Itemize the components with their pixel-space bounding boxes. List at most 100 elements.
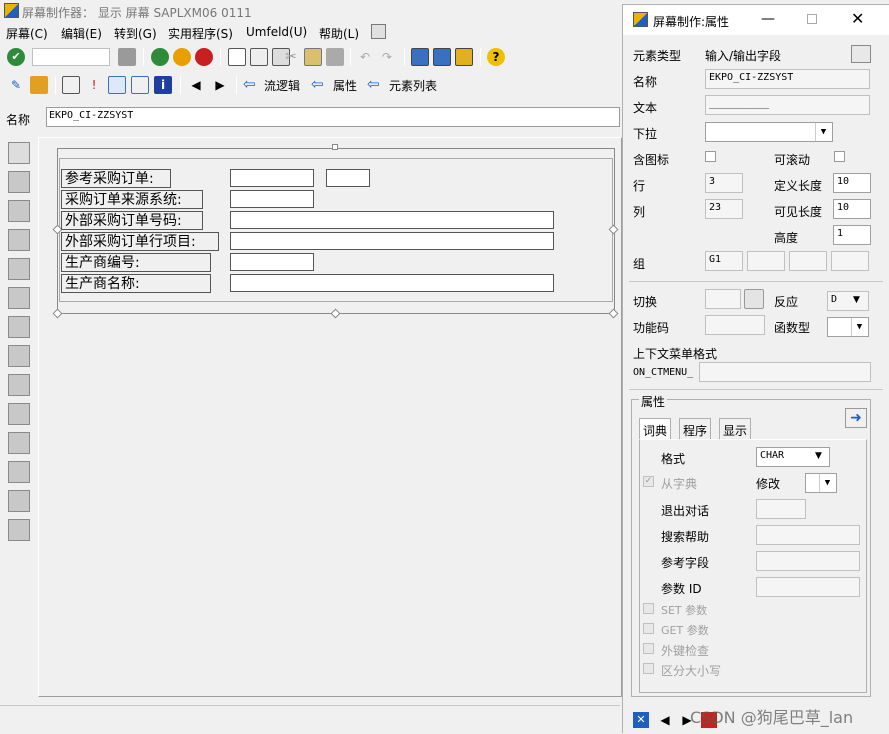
text-field-tool-icon[interactable] [8, 171, 30, 193]
attributes-button[interactable]: 属性 [333, 77, 357, 94]
maximize-icon[interactable] [807, 14, 817, 24]
layout-canvas[interactable]: 参考采购订单: 采购订单来源系统: 外部采购订单号码: 外部采购订单行项目: 生… [38, 137, 622, 697]
menu-edit[interactable]: 编辑(E) [61, 25, 102, 42]
input-manufacturer-name[interactable] [230, 274, 554, 292]
change-type-icon[interactable] [851, 45, 871, 63]
menu-help[interactable]: 帮助(L) [319, 25, 359, 42]
info-icon[interactable]: i [154, 76, 172, 94]
find-icon[interactable] [250, 48, 268, 66]
get-param-checkbox[interactable] [643, 623, 654, 634]
case-sensitive-checkbox[interactable] [643, 663, 654, 674]
element-list-button[interactable]: 元素列表 [389, 77, 437, 94]
response-select[interactable]: D [827, 291, 869, 311]
table-wizard-tool-icon[interactable] [8, 461, 30, 483]
back-icon[interactable] [151, 48, 169, 66]
network-icon[interactable] [131, 76, 149, 94]
command-field[interactable] [32, 48, 110, 66]
from-dict-checkbox[interactable]: ✓ [643, 476, 654, 487]
input-ext-po-item[interactable] [230, 232, 554, 250]
custom-control-tool-icon[interactable] [8, 490, 30, 512]
input-ext-po-number[interactable] [230, 211, 554, 229]
def-length-field[interactable]: 10 [833, 173, 871, 193]
height-field[interactable]: 1 [833, 225, 871, 245]
scrollable-checkbox[interactable] [834, 151, 845, 162]
group-field-1[interactable]: G1 [705, 251, 743, 271]
save-icon[interactable] [118, 48, 136, 66]
close-icon[interactable]: ✕ [851, 9, 864, 28]
name-prop-field[interactable]: EKPO_CI-ZZSYST [705, 69, 870, 89]
label-manufacturer-name[interactable]: 生产商名称: [61, 274, 211, 293]
checkbox-tool-icon[interactable] [8, 229, 30, 251]
input-manufacturer-no[interactable] [230, 253, 314, 271]
group-field-4[interactable] [831, 251, 869, 271]
menu-screen[interactable]: 屏幕(C) [6, 25, 48, 42]
radio-tool-icon[interactable] [8, 258, 30, 280]
tabstrip-tool-icon[interactable] [8, 316, 30, 338]
paste-icon[interactable] [326, 48, 344, 66]
param-id-field[interactable] [756, 577, 860, 597]
input-ref-po-item[interactable] [326, 169, 370, 187]
table-control-tool-icon[interactable] [8, 432, 30, 454]
with-icon-checkbox[interactable] [705, 151, 716, 162]
label-po-source-system[interactable]: 采购订单来源系统: [61, 190, 203, 209]
print-icon[interactable] [228, 48, 246, 66]
label-ref-po[interactable]: 参考采购订单: [61, 169, 171, 188]
check-icon[interactable]: ✎ [7, 76, 25, 94]
help-icon[interactable]: ? [487, 48, 505, 66]
input-po-source-system[interactable] [230, 190, 314, 208]
screen-icon[interactable] [371, 24, 386, 39]
label-manufacturer-no[interactable]: 生产商编号: [61, 253, 211, 272]
ref-field-field[interactable] [756, 551, 860, 571]
pin-icon[interactable]: ! [85, 76, 103, 94]
grid-icon[interactable] [108, 76, 126, 94]
hierarchy-icon[interactable] [62, 76, 80, 94]
subscreen-tool-icon[interactable] [8, 403, 30, 425]
pointer-tool-icon[interactable] [8, 142, 30, 164]
flow-logic-button[interactable]: 流逻辑 [264, 77, 300, 94]
props-prev-icon[interactable]: ◀ [657, 712, 673, 728]
detail-arrow-icon[interactable]: ➜ [845, 408, 867, 428]
column-field[interactable]: 23 [705, 199, 743, 219]
menu-utilities[interactable]: 实用程序(S) [168, 25, 233, 42]
group-field-2[interactable] [747, 251, 785, 271]
ftype-select[interactable]: ▼ [827, 317, 869, 337]
menu-environment[interactable]: Umfeld(U) [246, 25, 307, 39]
vis-length-field[interactable]: 10 [833, 199, 871, 219]
copy-icon[interactable] [304, 48, 322, 66]
minimize-icon[interactable]: — [761, 11, 775, 27]
tab-dictionary[interactable]: 词典 [639, 418, 672, 440]
previous-icon[interactable]: ◀ [187, 76, 205, 94]
label-ext-po-number[interactable]: 外部采购订单号码: [61, 211, 203, 230]
io-field-tool-icon[interactable] [8, 200, 30, 222]
menu-goto[interactable]: 转到(G) [114, 25, 157, 42]
layout-icon-2[interactable] [433, 48, 451, 66]
tab-program[interactable]: 程序 [679, 418, 712, 440]
box-tool-icon[interactable] [8, 374, 30, 396]
input-ref-po[interactable] [230, 169, 314, 187]
row-field[interactable]: 3 [705, 173, 743, 193]
search-help-field[interactable] [756, 525, 860, 545]
name-field[interactable]: EKPO_CI-ZZSYST [46, 107, 620, 127]
dropdown-prop-select[interactable]: ▼ [705, 122, 833, 142]
fcode-field[interactable] [705, 315, 765, 335]
pushbutton-tool-icon[interactable] [8, 287, 30, 309]
modify-select[interactable]: ▼ [805, 473, 837, 493]
toggle-picker-icon[interactable] [744, 289, 764, 309]
activate-icon[interactable] [30, 76, 48, 94]
toggle-field[interactable] [705, 289, 741, 309]
cut-icon[interactable]: ✂ [282, 48, 300, 66]
layout-icon-3[interactable] [455, 48, 473, 66]
exit-dialog-field[interactable] [756, 499, 806, 519]
props-close-icon[interactable]: ✕ [633, 712, 649, 728]
cancel-icon[interactable] [195, 48, 213, 66]
set-param-checkbox[interactable] [643, 603, 654, 614]
next-icon[interactable]: ▶ [211, 76, 229, 94]
label-ext-po-item[interactable]: 外部采购订单行项目: [61, 232, 219, 251]
undo-icon[interactable]: ↶ [356, 48, 374, 66]
status-icon-tool-icon[interactable] [8, 519, 30, 541]
enter-icon[interactable]: ✔ [7, 48, 25, 66]
tabstrip-wizard-tool-icon[interactable] [8, 345, 30, 367]
ctx-menu-field[interactable] [699, 362, 871, 382]
redo-icon[interactable]: ↷ [378, 48, 396, 66]
layout-icon-1[interactable] [411, 48, 429, 66]
